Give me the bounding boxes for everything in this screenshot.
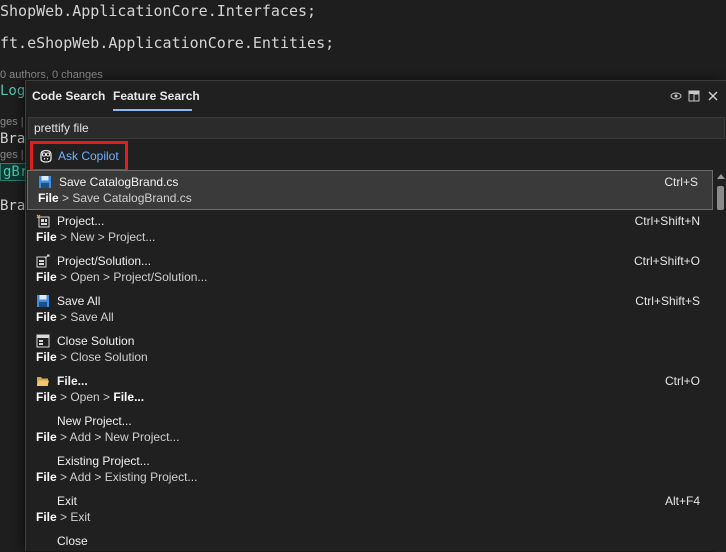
result-path: File > Save All xyxy=(36,310,114,324)
search-tabs: Code Search Feature Search xyxy=(26,81,726,114)
result-title: Save All xyxy=(57,294,101,308)
result-path: File > Save CatalogBrand.cs xyxy=(38,191,192,205)
result-title: Project... xyxy=(57,214,105,228)
new-project-icon xyxy=(36,214,50,228)
result-exit[interactable]: Exit File > Exit Alt+F4 xyxy=(26,490,714,530)
result-path: File > Open > File... xyxy=(36,390,145,404)
result-title: File... xyxy=(57,374,88,388)
codelens-fragment: ges | xyxy=(0,116,24,128)
result-shortcut: Ctrl+Shift+O xyxy=(633,254,700,268)
search-results-list: Save CatalogBrand.cs File > Save Catalog… xyxy=(26,170,714,552)
scroll-thumb[interactable] xyxy=(717,186,724,210)
result-shortcut: Alt+F4 xyxy=(664,494,700,508)
result-open-file[interactable]: File... File > Open > File... Ctrl+O xyxy=(26,370,714,410)
result-path: File > Add > Existing Project... xyxy=(36,470,198,484)
result-close[interactable]: Close xyxy=(26,530,714,552)
result-path: File > New > Project... xyxy=(36,230,156,244)
result-open-project-solution[interactable]: Project/Solution... File > Open > Projec… xyxy=(26,250,714,290)
result-title: Close Solution xyxy=(57,334,135,348)
results-scrollbar[interactable] xyxy=(714,170,726,552)
tab-feature-search[interactable]: Feature Search xyxy=(113,89,200,103)
result-title: Close xyxy=(57,534,88,548)
result-title: Existing Project... xyxy=(57,454,150,468)
result-title: Project/Solution... xyxy=(57,254,152,268)
feature-search-input[interactable] xyxy=(28,117,725,139)
result-title: New Project... xyxy=(57,414,132,428)
close-icon[interactable] xyxy=(706,90,720,104)
result-add-existing-project[interactable]: Existing Project... File > Add > Existin… xyxy=(26,450,714,490)
feature-search-popup: Code Search Feature Search Ask Copilot xyxy=(25,80,726,552)
result-shortcut: Ctrl+Shift+S xyxy=(635,294,700,308)
copilot-icon xyxy=(38,148,54,164)
codelens-fragment: ges | xyxy=(0,149,24,161)
result-new-project[interactable]: Project... File > New > Project... Ctrl+… xyxy=(26,210,714,250)
save-all-icon xyxy=(36,294,50,308)
result-title: Exit xyxy=(57,494,78,508)
tab-code-search[interactable]: Code Search xyxy=(32,89,105,103)
copilot-highlight-box: Ask Copilot xyxy=(30,141,128,172)
open-project-icon xyxy=(36,254,50,268)
scroll-up-arrow-icon[interactable] xyxy=(717,174,725,179)
result-path: File > Add > New Project... xyxy=(36,430,180,444)
result-path: File > Open > Project/Solution... xyxy=(36,270,208,284)
code-line: ft.eShopWeb.ApplicationCore.Entities; xyxy=(0,34,335,52)
preview-icon[interactable] xyxy=(669,90,683,104)
result-shortcut: Ctrl+S xyxy=(664,175,698,189)
code-fragment: Bra xyxy=(0,131,26,147)
result-title: Save CatalogBrand.cs xyxy=(59,175,179,189)
dock-window-icon[interactable] xyxy=(687,90,701,104)
active-tab-indicator xyxy=(113,109,192,111)
code-line: ShopWeb.ApplicationCore.Interfaces; xyxy=(0,2,317,20)
open-file-icon xyxy=(36,374,50,388)
result-add-new-project[interactable]: New Project... File > Add > New Project.… xyxy=(26,410,714,450)
result-save-all[interactable]: Save All File > Save All Ctrl+Shift+S xyxy=(26,290,714,330)
result-shortcut: Ctrl+Shift+N xyxy=(634,214,700,228)
result-path: File > Exit xyxy=(36,510,91,524)
result-close-solution[interactable]: Close Solution File > Close Solution xyxy=(26,330,714,370)
result-path: File > Close Solution xyxy=(36,350,148,364)
close-solution-icon xyxy=(36,334,50,348)
save-icon xyxy=(38,175,52,189)
ask-copilot-button[interactable]: Ask Copilot xyxy=(36,146,122,167)
ask-copilot-label: Ask Copilot xyxy=(58,149,119,163)
result-save-catalogbrand[interactable]: Save CatalogBrand.cs File > Save Catalog… xyxy=(27,170,713,210)
result-shortcut: Ctrl+O xyxy=(664,374,700,388)
